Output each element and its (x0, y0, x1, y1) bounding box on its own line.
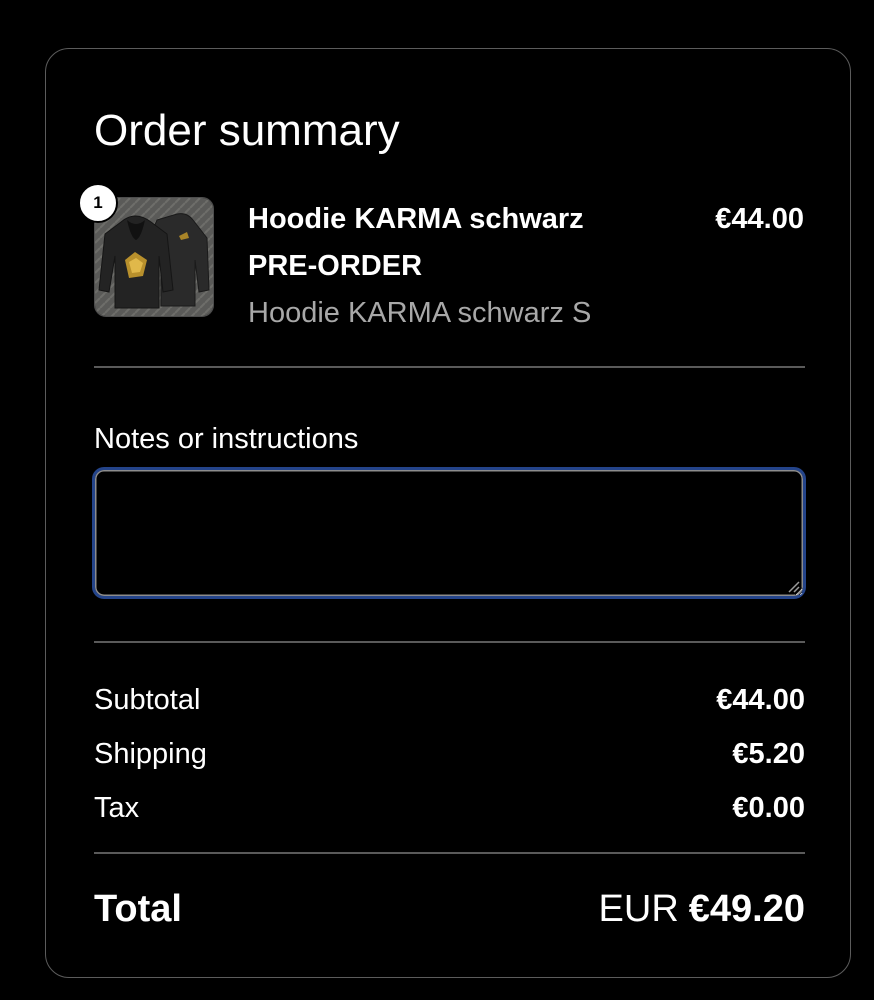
order-summary-title: Order summary (94, 106, 400, 155)
order-summary-card: Order summary 1 Hoodie KARMA schwarz PRE… (45, 48, 851, 978)
shipping-value: €5.20 (732, 737, 805, 770)
tax-value: €0.00 (732, 791, 805, 824)
product-name: Hoodie KARMA schwarz PRE-ORDER (248, 203, 584, 282)
notes-label: Notes or instructions (94, 423, 359, 455)
subtotal-row: Subtotal €44.00 (94, 673, 805, 727)
total-row: Total EUR €49.20 (94, 879, 805, 939)
total-label: Total (94, 887, 182, 930)
tax-row: Tax €0.00 (94, 781, 805, 835)
total-value: €49.20 (688, 887, 805, 930)
shipping-row: Shipping €5.20 (94, 727, 805, 781)
divider (94, 366, 805, 368)
subtotal-label: Subtotal (94, 683, 201, 716)
total-currency: EUR (598, 887, 679, 930)
notes-textarea[interactable] (92, 467, 806, 599)
divider (94, 852, 805, 854)
tax-label: Tax (94, 791, 140, 824)
subtotal-value: €44.00 (716, 683, 805, 716)
total-amount: EUR €49.20 (599, 888, 805, 931)
quantity-badge: 1 (78, 183, 118, 223)
line-item: 1 Hoodie KARMA schwarz PRE-ORDER Hoodie … (78, 183, 804, 337)
shipping-label: Shipping (94, 737, 207, 770)
product-thumbnail-wrapper: 1 (78, 183, 216, 319)
divider (94, 641, 805, 643)
totals-section: Subtotal €44.00 Shipping €5.20 Tax €0.00 (94, 673, 805, 835)
line-item-info: Hoodie KARMA schwarz PRE-ORDER Hoodie KA… (248, 197, 648, 336)
line-item-price: €44.00 (715, 203, 804, 235)
product-variant: Hoodie KARMA schwarz S (248, 297, 592, 329)
